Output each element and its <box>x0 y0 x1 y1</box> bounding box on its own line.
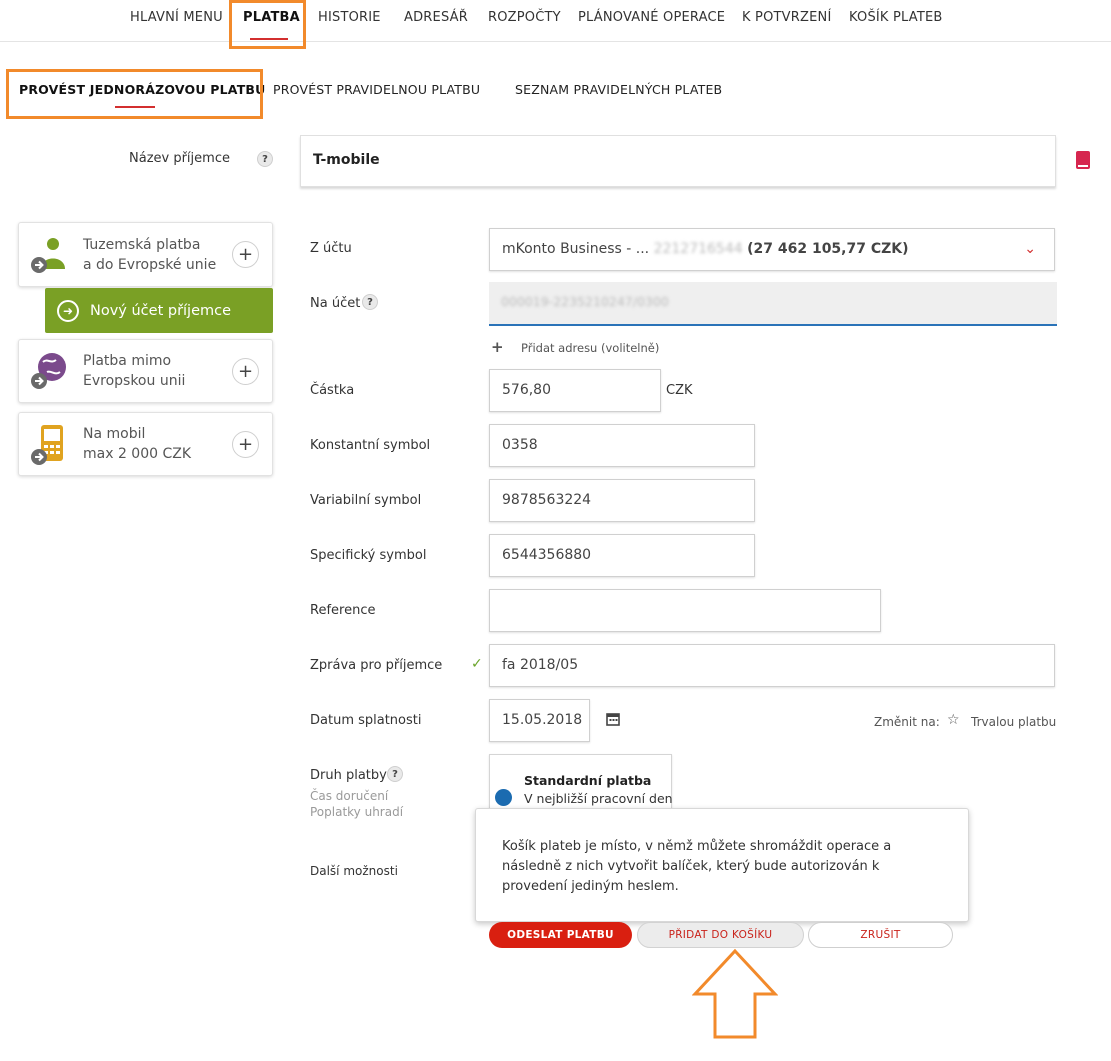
recipient-help-icon[interactable]: ? <box>257 151 273 167</box>
check-icon: ✓ <box>471 656 483 672</box>
amount-input[interactable]: 576,80 <box>489 369 661 412</box>
nav-to-confirm[interactable]: K POTVRZENÍ <box>742 10 831 25</box>
delivery-time-label: Čas doručení <box>310 789 389 803</box>
new-recipient-label: Nový účet příjemce <box>90 302 232 319</box>
card-mobile-text: Na mobil max 2 000 CZK <box>83 426 192 462</box>
due-date-input[interactable]: 15.05.2018 <box>489 699 590 742</box>
add-non-eu-button[interactable]: + <box>232 358 259 385</box>
card-domestic-payment[interactable]: Tuzemská platba a do Evropské unie + <box>18 222 273 287</box>
payment-type-label: Druh platby <box>310 768 387 783</box>
new-recipient-account-button[interactable]: ➜ Nový účet příjemce <box>45 288 273 333</box>
reference-label: Reference <box>310 603 376 618</box>
standing-order-link[interactable]: Trvalou platbu <box>971 715 1056 729</box>
subnav-recurring-list[interactable]: SEZNAM PRAVIDELNÝCH PLATEB <box>515 82 722 97</box>
message-label: Zpráva pro příjemce <box>310 658 443 673</box>
mobile-arrow-icon <box>31 425 63 465</box>
add-address-link[interactable]: Přidat adresu (volitelně) <box>521 341 659 355</box>
add-to-cart-button[interactable]: PŘIDAT DO KOŠÍKU <box>637 922 804 948</box>
add-address-plus-icon[interactable]: + <box>491 338 504 356</box>
amount-label: Částka <box>310 383 355 398</box>
highlight-box-one-time <box>6 69 263 119</box>
subnav-recurring-payment[interactable]: PROVÉST PRAVIDELNOU PLATBU <box>273 82 480 97</box>
from-account-label: Z účtu <box>310 241 352 256</box>
top-navigation: HLAVNÍ MENU PLATBA HISTORIE ADRESÁŘ ROZP… <box>0 0 1111 42</box>
standard-payment-title: Standardní platba <box>524 773 652 788</box>
arrow-right-icon: ➜ <box>57 299 79 322</box>
to-account-input[interactable]: 000019-2235210247/0300 <box>489 282 1057 326</box>
reference-input[interactable] <box>489 589 881 632</box>
to-account-label: Na účet <box>310 296 361 311</box>
calendar-icon[interactable] <box>606 712 620 726</box>
to-account-value-masked: 000019-2235210247/0300 <box>501 294 669 309</box>
star-icon: ☆ <box>947 712 960 728</box>
constant-symbol-input[interactable]: 0358 <box>489 424 755 467</box>
globe-arrow-icon <box>31 353 66 389</box>
nav-history[interactable]: HISTORIE <box>318 10 381 25</box>
recipient-name-input[interactable]: T-mobile <box>300 135 1056 187</box>
from-account-number-masked: 2212716544 <box>653 241 743 257</box>
nav-budgets[interactable]: ROZPOČTY <box>488 10 561 25</box>
standard-payment-desc: V nejbližší pracovní den <box>524 791 673 806</box>
nav-main-menu[interactable]: HLAVNÍ MENU <box>130 10 223 25</box>
specific-symbol-input[interactable]: 6544356880 <box>489 534 755 577</box>
nav-address-book[interactable]: ADRESÁŘ <box>404 10 468 25</box>
from-account-select[interactable]: mKonto Business - ... 2212716544 (27 462… <box>489 228 1055 271</box>
change-to-label: Změnit na: <box>874 715 940 729</box>
from-account-name: mKonto Business - ... <box>502 241 650 257</box>
more-options-label: Další možnosti <box>310 864 398 878</box>
due-date-label: Datum splatnosti <box>310 713 422 728</box>
add-mobile-button[interactable]: + <box>232 431 259 458</box>
specific-symbol-label: Specifický symbol <box>310 548 427 563</box>
to-account-help-icon[interactable]: ? <box>362 294 378 310</box>
address-book-icon[interactable] <box>1076 151 1090 169</box>
recipient-label: Název příjemce <box>129 151 230 166</box>
person-arrow-icon <box>31 238 65 273</box>
card-mobile-payment[interactable]: Na mobil max 2 000 CZK + <box>18 412 273 476</box>
from-account-balance: (27 462 105,77 CZK) <box>747 241 909 257</box>
nav-payment-cart[interactable]: KOŠÍK PLATEB <box>849 10 943 25</box>
up-arrow-annotation-icon <box>692 948 778 1039</box>
nav-planned-operations[interactable]: PLÁNOVANÉ OPERACE <box>578 10 725 25</box>
card-non-eu-text: Platba mimo Evropskou unii <box>83 353 186 389</box>
highlight-box-payment <box>229 0 306 49</box>
send-payment-button[interactable]: ODESLAT PLATBU <box>489 922 632 948</box>
cancel-button[interactable]: ZRUŠIT <box>808 922 953 948</box>
currency-label: CZK <box>666 383 693 398</box>
variable-symbol-label: Variabilní symbol <box>310 493 422 508</box>
cart-tooltip: Košík plateb je místo, v němž můžete shr… <box>475 808 969 922</box>
message-textarea[interactable]: fa 2018/05 <box>489 644 1055 687</box>
fees-paid-by-label: Poplatky uhradí <box>310 805 404 819</box>
payment-type-help-icon[interactable]: ? <box>387 766 403 782</box>
card-domestic-text: Tuzemská platba a do Evropské unie <box>83 237 217 273</box>
standard-payment-option[interactable]: Standardní platba V nejbližší pracovní d… <box>489 754 673 816</box>
radio-selected-icon <box>495 789 512 806</box>
constant-symbol-label: Konstantní symbol <box>310 438 431 453</box>
chevron-down-icon: ⌄ <box>1024 241 1036 257</box>
variable-symbol-input[interactable]: 9878563224 <box>489 479 755 522</box>
card-non-eu-payment[interactable]: Platba mimo Evropskou unii + <box>18 339 273 403</box>
add-domestic-button[interactable]: + <box>232 241 259 268</box>
